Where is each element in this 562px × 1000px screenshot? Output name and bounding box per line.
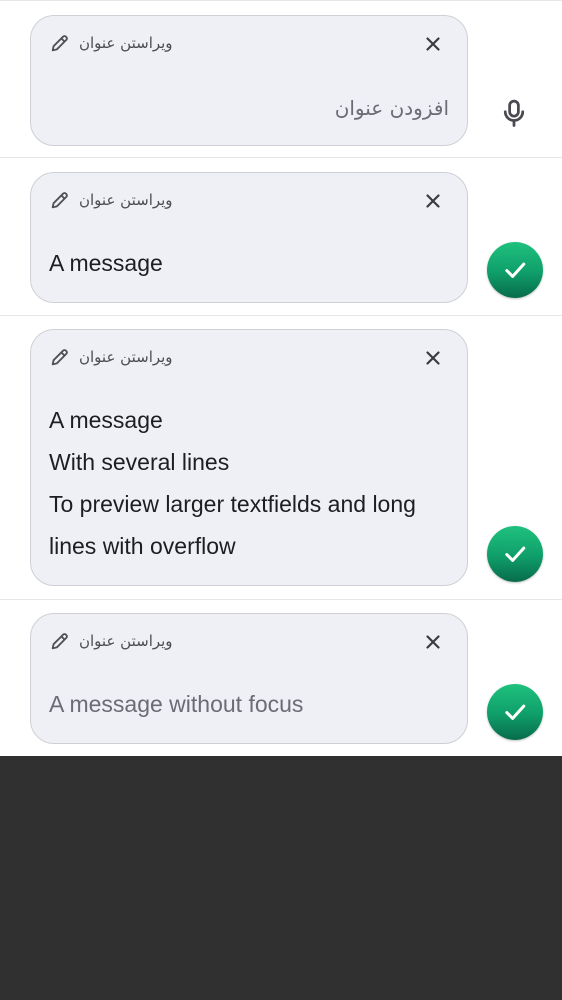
- check-icon: [505, 262, 526, 278]
- edit-title-label: ویراستن عنوان: [79, 191, 173, 209]
- card-header: ویراستن عنوان: [49, 32, 449, 56]
- card-header: ویراستن عنوان: [49, 630, 449, 654]
- message-line: To preview larger textfields and long: [49, 491, 416, 517]
- composer-row: ویراستن عنوان افزودن عنوان: [0, 0, 562, 157]
- close-icon: [426, 351, 440, 365]
- pencil-icon: [51, 633, 68, 650]
- message-input[interactable]: A message without focus: [49, 683, 449, 725]
- composer-list: ویراستن عنوان افزودن عنوان ویراستن عنوان…: [0, 0, 562, 756]
- composer-card[interactable]: ویراستن عنوان A message With several lin…: [30, 329, 468, 586]
- card-header: ویراستن عنوان: [49, 346, 449, 370]
- pencil-icon: [51, 192, 68, 209]
- edit-title-button[interactable]: ویراستن عنوان: [49, 630, 173, 652]
- title-input[interactable]: افزودن عنوان: [49, 87, 449, 129]
- check-icon: [505, 546, 526, 562]
- card-header: ویراستن عنوان: [49, 189, 449, 213]
- message-line: lines with overflow: [49, 533, 236, 559]
- edit-title-button[interactable]: ویراستن عنوان: [49, 32, 173, 54]
- edit-title-label: ویراستن عنوان: [79, 348, 173, 366]
- message-input[interactable]: A message: [49, 242, 449, 284]
- confirm-button[interactable]: [487, 526, 543, 582]
- composer-row: ویراستن عنوان A message With several lin…: [0, 315, 562, 599]
- close-button[interactable]: [421, 32, 445, 56]
- microphone-icon: [503, 99, 525, 127]
- microphone-button[interactable]: [494, 93, 534, 133]
- message-line: With several lines: [49, 449, 230, 475]
- close-button[interactable]: [421, 189, 445, 213]
- close-icon: [426, 635, 440, 649]
- composer-card[interactable]: ویراستن عنوان A message without focus: [30, 613, 468, 744]
- confirm-button[interactable]: [487, 684, 543, 740]
- close-button[interactable]: [421, 346, 445, 370]
- edit-title-button[interactable]: ویراستن عنوان: [49, 189, 173, 211]
- edit-title-button[interactable]: ویراستن عنوان: [49, 346, 173, 368]
- composer-row: ویراستن عنوان A message: [0, 157, 562, 315]
- composer-card[interactable]: ویراستن عنوان A message: [30, 172, 468, 303]
- edit-title-label: ویراستن عنوان: [79, 34, 173, 52]
- close-button[interactable]: [421, 630, 445, 654]
- empty-background-area: [0, 756, 562, 1000]
- check-icon: [505, 704, 526, 720]
- confirm-button[interactable]: [487, 242, 543, 298]
- edit-title-label: ویراستن عنوان: [79, 632, 173, 650]
- pencil-icon: [51, 35, 68, 52]
- close-icon: [426, 37, 440, 51]
- composer-card[interactable]: ویراستن عنوان افزودن عنوان: [30, 15, 468, 146]
- pencil-icon: [51, 349, 68, 366]
- message-line: A message: [49, 407, 163, 433]
- close-icon: [426, 194, 440, 208]
- composer-row: ویراستن عنوان A message without focus: [0, 599, 562, 756]
- message-input[interactable]: A message With several lines To preview …: [49, 399, 449, 567]
